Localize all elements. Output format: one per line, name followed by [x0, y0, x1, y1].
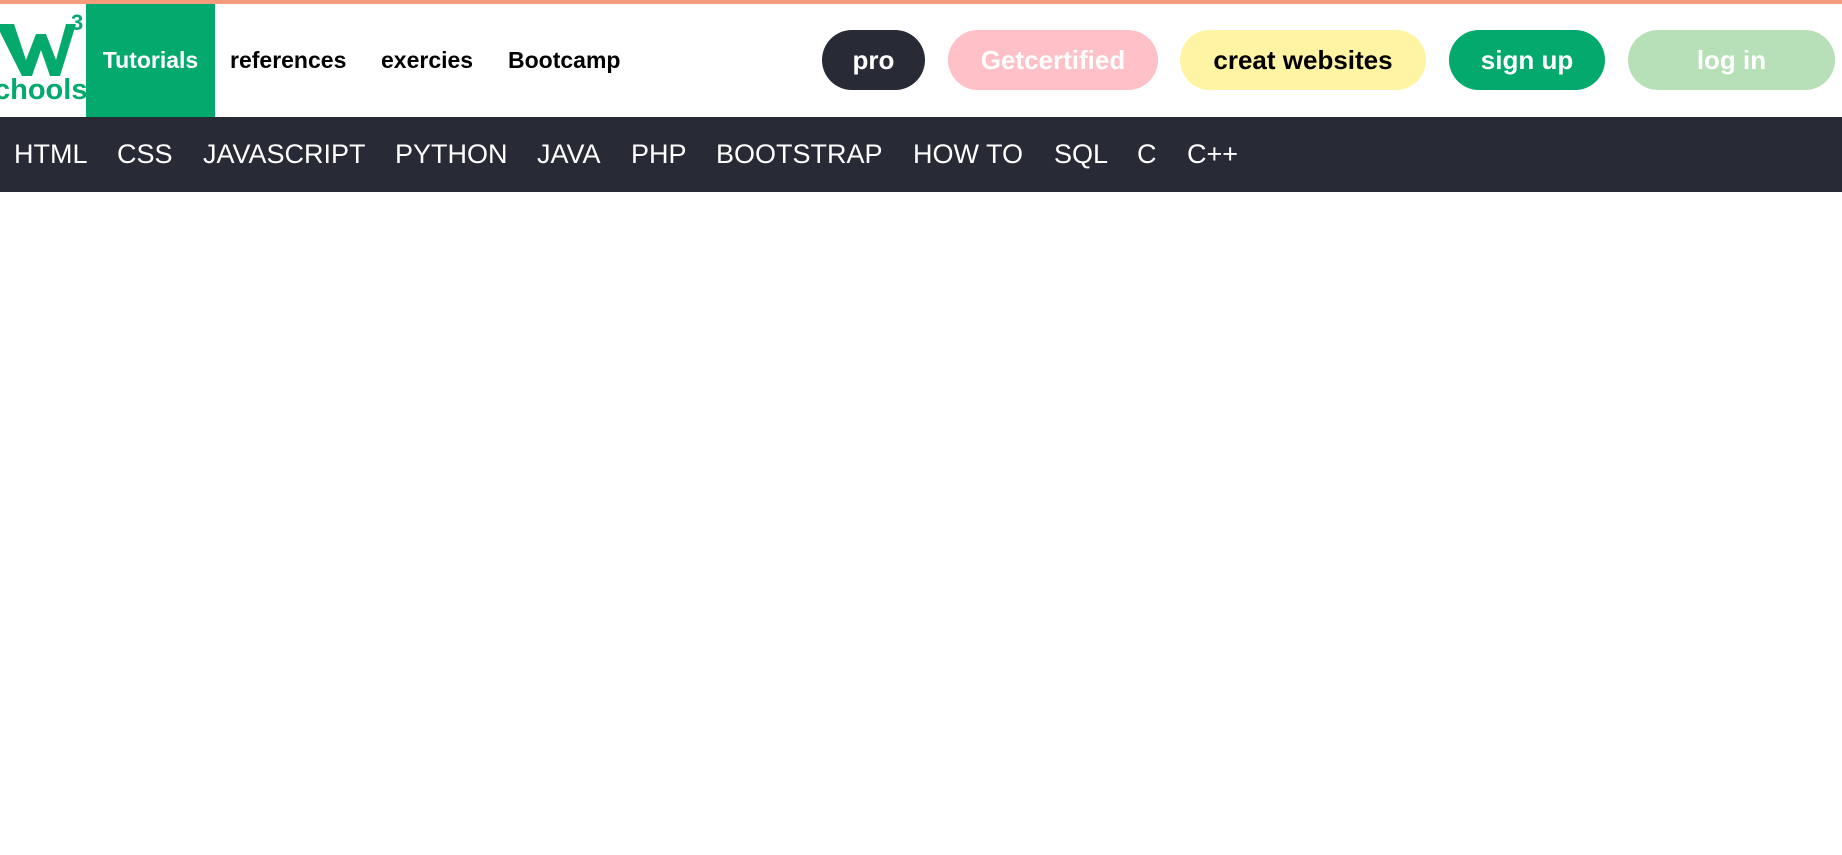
subject-navigation-bar: HTML CSS JAVASCRIPT PYTHON JAVA PHP BOOT…: [0, 117, 1842, 192]
logo-superscript: 3: [71, 10, 84, 35]
pro-button[interactable]: pro: [822, 30, 925, 90]
subnav-item-java[interactable]: JAVA: [537, 117, 601, 192]
top-navigation-bar: 3 chools Tutorials references exercies B…: [0, 4, 1842, 117]
log-in-button[interactable]: log in: [1628, 30, 1835, 90]
subnav-item-cpp[interactable]: C++: [1187, 117, 1238, 192]
subnav-item-php[interactable]: PHP: [631, 117, 687, 192]
tab-exercises[interactable]: exercies: [381, 4, 473, 117]
w3schools-logo[interactable]: 3 chools: [0, 4, 86, 117]
subnav-item-sql[interactable]: SQL: [1054, 117, 1108, 192]
tab-tutorials[interactable]: Tutorials: [86, 4, 215, 117]
subnav-item-javascript[interactable]: JAVASCRIPT: [203, 117, 366, 192]
create-websites-button[interactable]: creat websites: [1180, 30, 1426, 90]
subnav-item-c[interactable]: C: [1137, 117, 1157, 192]
subnav-item-how-to[interactable]: HOW TO: [913, 117, 1023, 192]
subnav-item-bootstrap[interactable]: BOOTSTRAP: [716, 117, 883, 192]
logo-wordmark: chools: [0, 74, 86, 106]
subnav-item-python[interactable]: PYTHON: [395, 117, 508, 192]
tab-references[interactable]: references: [230, 4, 346, 117]
subnav-item-html[interactable]: HTML: [14, 117, 88, 192]
get-certified-button[interactable]: Getcertified: [948, 30, 1158, 90]
tab-bootcamp[interactable]: Bootcamp: [508, 4, 620, 117]
subnav-item-css[interactable]: CSS: [117, 117, 173, 192]
sign-up-button[interactable]: sign up: [1449, 30, 1605, 90]
